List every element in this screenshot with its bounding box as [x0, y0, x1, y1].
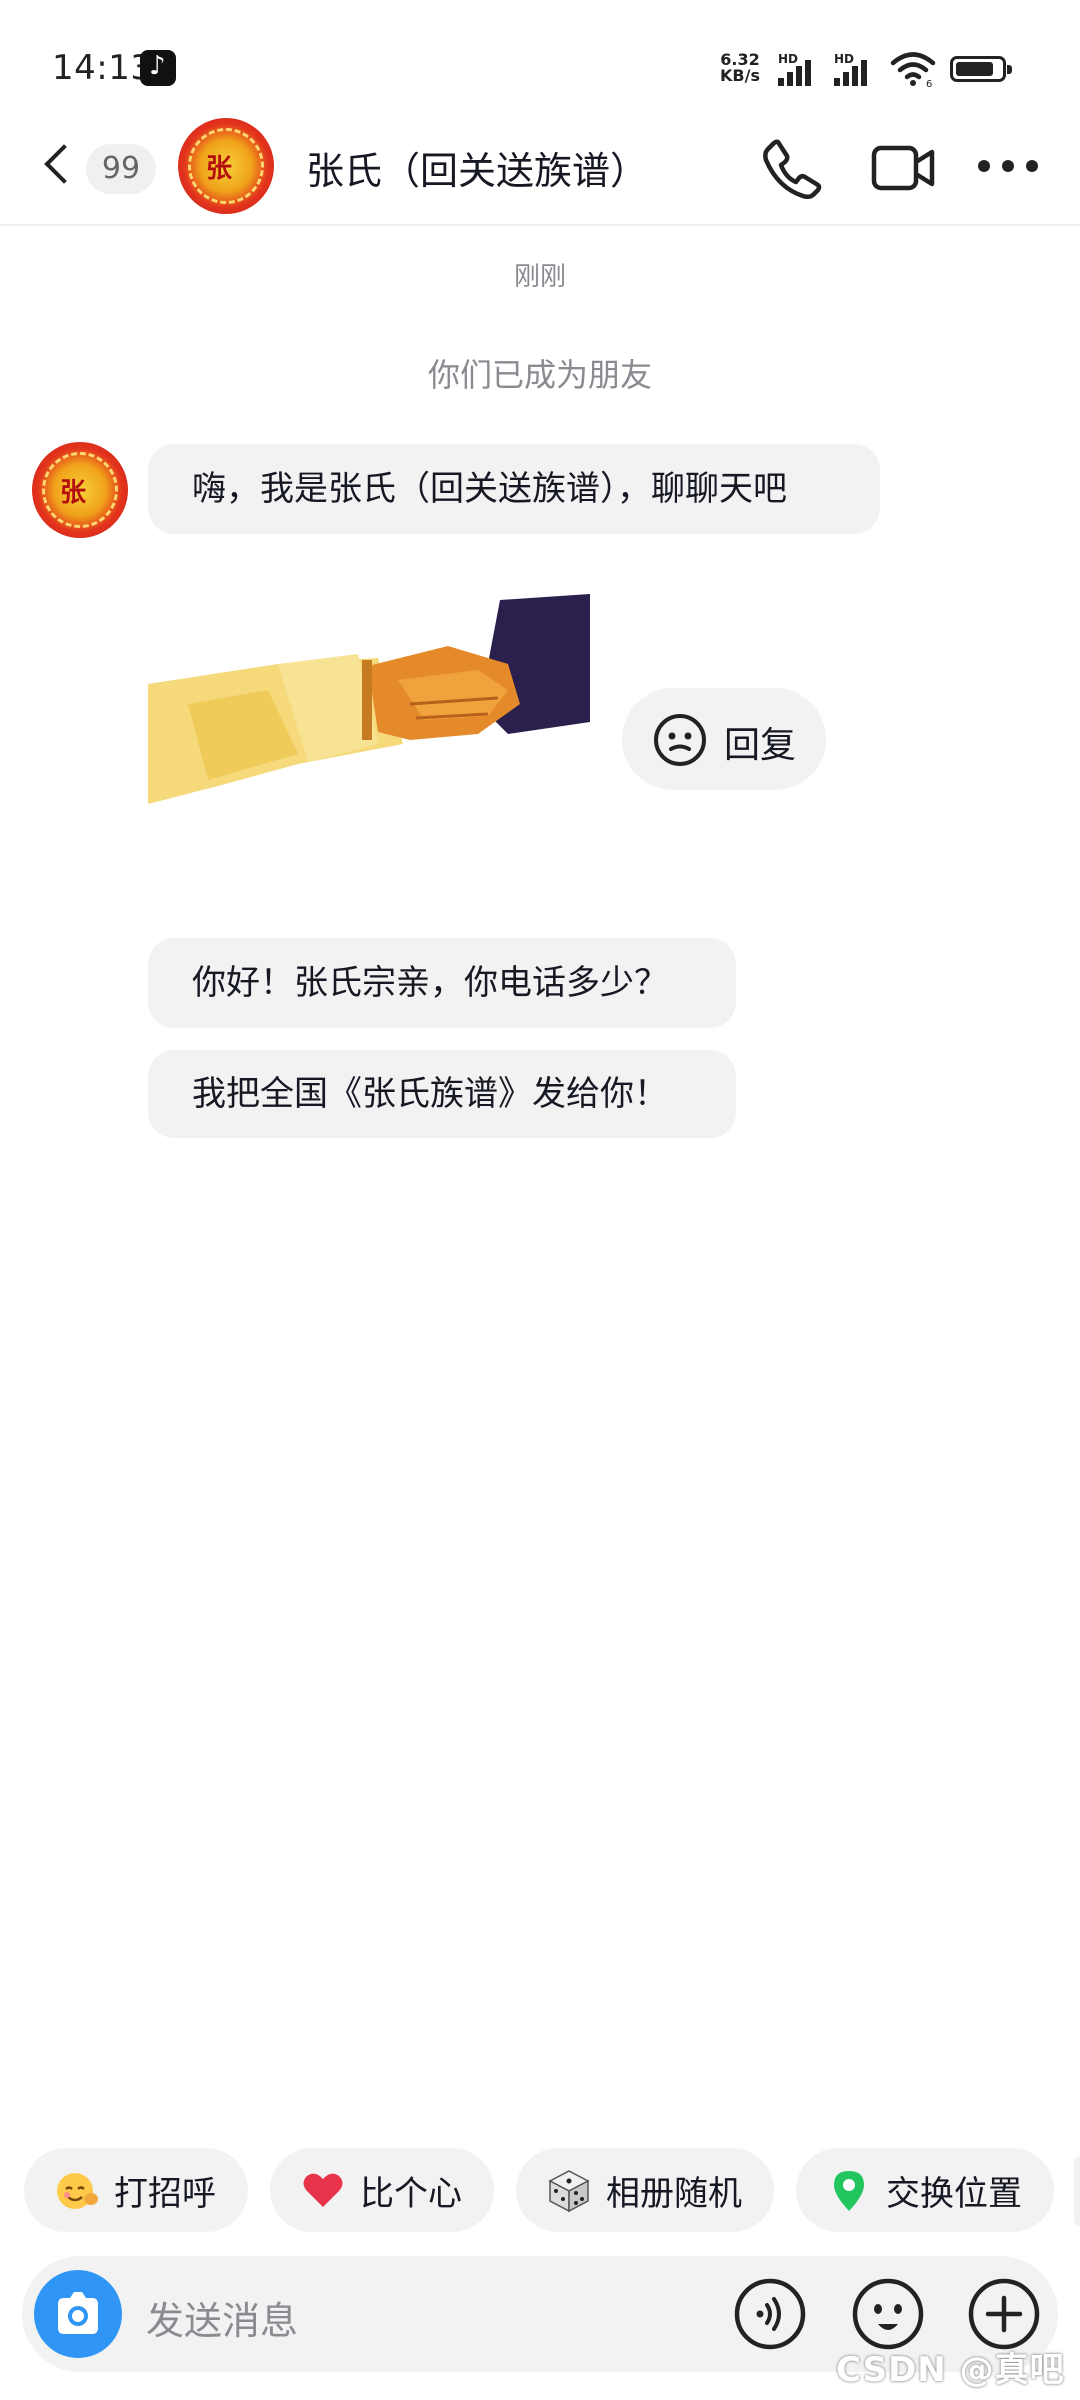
sim1-signal-icon [778, 54, 818, 86]
header-divider [0, 224, 1080, 226]
quick-action-greet[interactable]: 打招呼 [24, 2148, 248, 2232]
unread-count-badge: 99 [86, 144, 156, 194]
handshake-sticker[interactable] [148, 594, 590, 804]
greeting-emoji-icon [57, 2173, 98, 2209]
quick-action-random-photo[interactable]: 相册随机 [516, 2148, 774, 2232]
watermark: CSDN @真吧 [836, 2350, 1065, 2390]
quick-action-heart[interactable]: 比个心 [270, 2148, 494, 2232]
location-pin-icon [834, 2171, 864, 2211]
battery-icon [950, 56, 1012, 82]
video-camera-icon[interactable] [870, 140, 938, 196]
chat-title[interactable]: 张氏（回关送族谱） [306, 140, 648, 195]
quick-action-label: 交换位置 [886, 2173, 1022, 2214]
message-bubble[interactable]: 我把全国《张氏族谱》发给你！ [148, 1050, 736, 1138]
quick-action-label: 相册随机 [606, 2173, 742, 2214]
smiley-face-icon [654, 714, 706, 766]
camera-icon [58, 2292, 98, 2334]
chevron-left-icon [44, 144, 84, 184]
wifi-icon: 6 [890, 52, 936, 88]
phone-icon[interactable] [760, 136, 824, 200]
heart-icon [303, 2173, 343, 2207]
message-input[interactable]: 发送消息 [146, 2290, 298, 2345]
dice-icon [548, 2170, 590, 2213]
battery-level [956, 62, 993, 76]
back-button[interactable]: 99 [44, 140, 156, 200]
sender-avatar-seal-text: 张 [60, 478, 87, 508]
camera-button[interactable] [34, 2270, 122, 2358]
message-bubble[interactable]: 你好！张氏宗亲，你电话多少？ [148, 938, 736, 1028]
message-bubble[interactable]: 嗨，我是张氏（回关送族谱），聊聊天吧 [148, 444, 880, 534]
quick-action-overflow-edge[interactable] [1074, 2156, 1080, 2226]
contact-avatar[interactable]: 张 [178, 118, 274, 214]
sim2-signal-icon [834, 54, 874, 86]
quick-action-label: 比个心 [360, 2173, 462, 2214]
wifi-sub-label: 6 [926, 79, 932, 88]
more-dots-icon[interactable] [978, 160, 1038, 172]
network-speed: 6.32 KB/s [720, 52, 760, 84]
reply-button[interactable]: 回复 [622, 688, 826, 790]
status-time: 14:13 [52, 48, 153, 88]
network-speed-unit: KB/s [720, 66, 760, 85]
system-friend-note: 你们已成为朋友 [427, 356, 652, 394]
avatar-seal-text: 张 [206, 154, 233, 184]
reply-label: 回复 [724, 725, 797, 766]
sender-avatar[interactable]: 张 [32, 442, 128, 538]
message-timestamp: 刚刚 [513, 262, 566, 292]
quick-action-exchange-location[interactable]: 交换位置 [796, 2148, 1054, 2232]
quick-action-label: 打招呼 [114, 2173, 216, 2214]
tiktok-icon [140, 50, 176, 86]
voice-icon[interactable] [730, 2274, 810, 2354]
